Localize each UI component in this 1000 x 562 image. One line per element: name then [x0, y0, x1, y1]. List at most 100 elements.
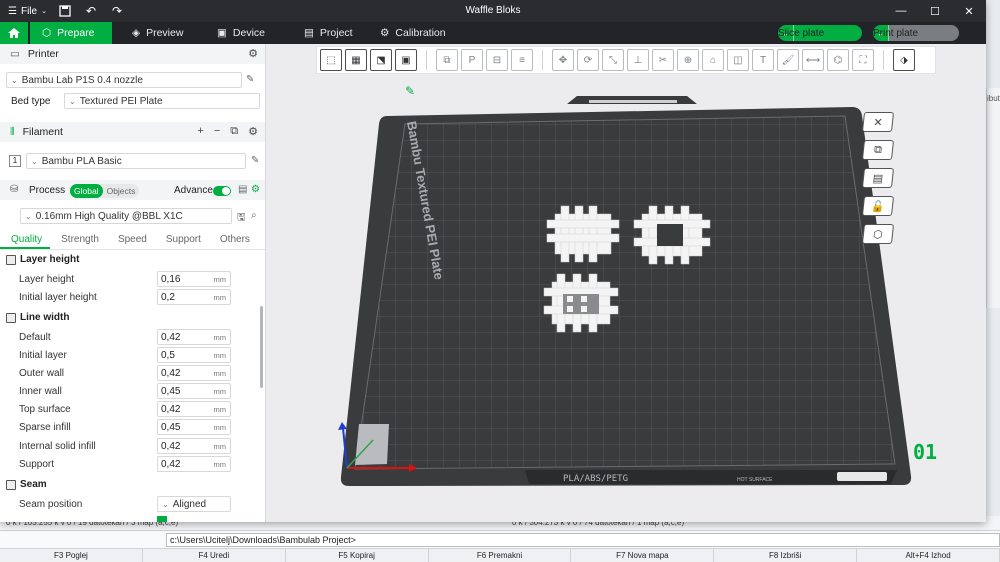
background-command-line: c:\Users\Ucitelj\Downloads\Bambulab Proj… — [0, 530, 1000, 548]
tab-quality[interactable]: Quality — [0, 232, 51, 249]
line-width-icon — [6, 312, 16, 323]
tab-calibration[interactable]: ⚙ Calibration — [368, 22, 458, 44]
tab-others[interactable]: Others — [209, 232, 258, 249]
tab-speed[interactable]: Speed — [107, 232, 155, 249]
home-icon[interactable] — [0, 22, 28, 44]
3d-viewport[interactable]: ⬚ ▦ ⬔ ▣ ⧉ P ⊟ ≡ ✥ ⟳ ⤡ ⊥ ✂ ⊕ ⌂ ◫ T 🖌 ⟷ ⌬ … — [267, 44, 986, 522]
tab-preview[interactable]: ◈ Preview — [120, 22, 195, 44]
save-preset-icon[interactable]: 🖫 — [237, 210, 246, 227]
delete-plate-icon[interactable]: ✕ — [861, 112, 895, 132]
plate-settings-icon[interactable]: ▤ — [861, 168, 895, 188]
fkey-f5[interactable]: F5 Kopiraj — [286, 549, 429, 562]
fkey-f4[interactable]: F4 Uredi — [143, 549, 286, 562]
unit-label: mm — [213, 292, 227, 302]
support-width-label: Support — [19, 459, 55, 470]
support-width-input[interactable]: 0,42 mm — [157, 456, 231, 472]
redo-icon[interactable]: ↷ — [109, 3, 125, 19]
initial-layer-width-input[interactable]: 0,5 mm — [157, 347, 231, 363]
compare-icon[interactable]: ▤ — [238, 184, 247, 195]
sparse-infill-input[interactable]: 0,45 mm — [157, 419, 231, 435]
origin-marker — [355, 424, 389, 465]
layer-height-input[interactable]: 0,16 mm — [157, 271, 231, 287]
close-icon[interactable]: ✕ — [952, 0, 986, 22]
filament-name: Bambu PLA Basic — [41, 155, 122, 167]
minimize-icon[interactable]: — — [884, 0, 918, 22]
default-width-value: 0,42 — [161, 331, 181, 343]
undo-icon[interactable]: ↶ — [83, 3, 99, 19]
printer-model: Bambu Lab P1S 0.4 nozzle — [21, 74, 143, 86]
bed-type-select[interactable]: ⌄ Textured PEI Plate — [64, 93, 260, 109]
slicer-window: Waffle Bloks ☰ File ⌄ ↶ ↷ — ☐ ✕ ⬡ Prepare — [0, 0, 986, 522]
bed-type-value: Textured PEI Plate — [79, 95, 163, 107]
panel-scrollbar[interactable] — [260, 306, 263, 388]
plate-view-icon[interactable]: ⬡ — [861, 224, 895, 244]
tab-strength[interactable]: Strength — [50, 232, 107, 249]
tab-prepare[interactable]: ⬡ Prepare — [30, 22, 112, 44]
fkey-f8[interactable]: F8 Izbriši — [714, 549, 858, 562]
internal-solid-infill-input[interactable]: 0,42 mm — [157, 438, 231, 454]
line-width-group: Line width — [6, 312, 69, 323]
waffle-object-1[interactable] — [546, 205, 620, 263]
slice-plate-button[interactable]: ⌄ Slice plate — [778, 25, 862, 41]
printer-settings-icon[interactable]: ⚙ — [248, 47, 258, 60]
sync-filament-icon[interactable]: ⧉ — [230, 125, 238, 138]
seam-checkbox[interactable] — [157, 516, 167, 522]
seam-position-select[interactable]: ⌄ Aligned — [157, 496, 231, 512]
inner-wall-input[interactable]: 0,45 mm — [157, 383, 231, 399]
background-side-panel: ibut — [986, 88, 1000, 308]
fkey-f6[interactable]: F6 Premakni — [429, 549, 572, 562]
process-preset-select[interactable]: ⌄ 0.16mm High Quality @BBL X1C — [20, 208, 232, 224]
print-plate-button[interactable]: ⌄ Print plate — [873, 25, 959, 41]
waffle-object-2[interactable] — [633, 205, 711, 265]
edit-filament-icon[interactable]: ✎ — [251, 155, 259, 166]
unit-label: mm — [213, 386, 227, 396]
outer-wall-label: Outer wall — [19, 368, 65, 379]
top-surface-input[interactable]: 0,42 mm — [157, 401, 231, 417]
command-path-input[interactable]: c:\Users\Ucitelj\Downloads\Bambulab Proj… — [166, 533, 1000, 547]
arrange-plate-icon[interactable]: ⧉ — [861, 140, 895, 160]
initial-layer-height-value: 0,2 — [161, 291, 175, 303]
edit-printer-icon[interactable]: ✎ — [246, 74, 254, 85]
preview-icon: ◈ — [132, 27, 141, 39]
initial-layer-height-input[interactable]: 0,2 mm — [157, 289, 231, 305]
advance-switch[interactable] — [213, 186, 231, 196]
default-width-label: Default — [19, 332, 51, 343]
save-icon[interactable] — [57, 3, 73, 19]
line-width-group-label: Line width — [20, 312, 70, 323]
maximize-icon[interactable]: ☐ — [918, 0, 952, 22]
file-menu[interactable]: ☰ File ⌄ — [8, 6, 47, 17]
fkey-altf4[interactable]: Alt+F4 Izhod — [857, 549, 1000, 562]
search-icon[interactable]: ⌕ — [251, 210, 257, 221]
default-width-input[interactable]: 0,42 mm — [157, 329, 231, 345]
toggle-global[interactable]: Global — [70, 184, 103, 198]
remove-filament-icon[interactable]: − — [214, 125, 220, 138]
tab-project[interactable]: ▤ Project — [292, 22, 365, 44]
fkey-f7[interactable]: F7 Nova mapa — [571, 549, 715, 562]
filament-settings-icon[interactable]: ⚙ — [248, 125, 258, 138]
layer-height-icon — [6, 254, 16, 265]
window-title: Waffle Bloks — [465, 5, 521, 16]
process-icon: ⛁ — [10, 184, 19, 195]
printer-select[interactable]: ⌄ Bambu Lab P1S 0.4 nozzle — [6, 72, 242, 88]
fkey-f3[interactable]: F3 Poglej — [0, 549, 143, 562]
unit-label: mm — [213, 332, 227, 342]
process-settings-icon[interactable]: ⚙ — [251, 184, 260, 195]
hot-surface-text: HOT SURFACE — [737, 477, 773, 483]
device-icon: ▣ — [217, 27, 227, 39]
outer-wall-input[interactable]: 0,42 mm — [157, 365, 231, 381]
toggle-objects[interactable]: Objects — [103, 184, 140, 198]
filament-section-label: Filament — [22, 126, 63, 138]
waffle-object-3[interactable] — [543, 273, 619, 333]
lock-plate-icon[interactable]: 🔓 — [861, 196, 895, 216]
unit-label: mm — [213, 274, 227, 284]
tab-support[interactable]: Support — [155, 232, 209, 249]
filament-slot-badge[interactable]: 1 — [9, 155, 21, 167]
project-icon: ▤ — [304, 27, 314, 39]
process-scope-toggle[interactable]: Global Objects — [70, 184, 140, 198]
tab-device[interactable]: ▣ Device — [205, 22, 277, 44]
settings-panel: ▭ Printer ⚙ ⌄ Bambu Lab P1S 0.4 nozzle ✎… — [0, 44, 266, 522]
filament-select[interactable]: ⌄ Bambu PLA Basic — [26, 153, 246, 169]
unit-label: mm — [213, 350, 227, 360]
main-tabbar: ⬡ Prepare ◈ Preview ▣ Device ▤ Project ⚙ Cali… — [0, 22, 986, 44]
add-filament-icon[interactable]: + — [197, 125, 203, 138]
